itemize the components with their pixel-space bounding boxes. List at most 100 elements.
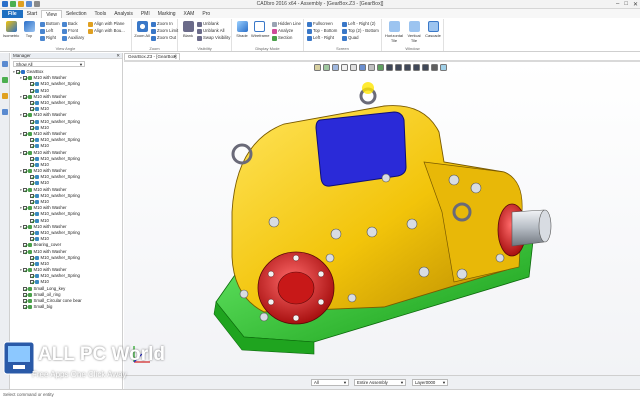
manager-strip-icon[interactable] [2,61,8,67]
visibility-checkbox[interactable] [30,193,34,198]
history-strip-icon[interactable] [2,93,8,99]
analyze-button[interactable]: Analyze [272,28,293,34]
tab-marking[interactable]: Marking [154,10,180,18]
layer-select[interactable]: Layer0000 ▼ [412,379,448,386]
visibility-checkbox[interactable] [23,286,27,291]
visibility-checkbox[interactable] [23,76,27,81]
blank-button[interactable]: Blank [180,21,196,38]
scope-select[interactable]: Entire Assembly ▼ [354,379,406,386]
visibility-checkbox[interactable] [30,125,34,130]
tab-xam[interactable]: XAM [180,10,199,18]
visibility-checkbox[interactable] [23,206,27,211]
layers-strip-icon[interactable] [2,77,8,83]
visibility-checkbox[interactable] [30,280,34,285]
visibility-checkbox[interactable] [23,249,27,254]
tab-pmi[interactable]: PMI [137,10,154,18]
visibility-checkbox[interactable] [23,113,27,118]
zoom-out-button[interactable]: Zoom Out [151,35,176,41]
shade-button[interactable]: Shade [234,21,250,38]
tab-start[interactable]: Start [23,10,42,18]
zoom-limit-button[interactable]: Zoom Limit [151,28,178,34]
visibility-checkbox[interactable] [30,274,34,279]
visibility-checkbox[interactable] [30,88,34,93]
section-button[interactable]: Section [272,35,292,41]
left-right-2-button[interactable]: Left - Right (2) [342,21,375,27]
front-view-button[interactable]: Front [62,28,78,34]
visibility-checkbox[interactable] [23,187,27,192]
zoom-all-button[interactable]: Zoom All [134,21,150,38]
left-view-button[interactable]: Left [40,28,53,34]
properties-strip-icon[interactable] [2,109,8,115]
right-view-button[interactable]: Right [40,35,56,41]
part-icon [35,255,39,260]
visibility-checkbox[interactable] [23,94,27,99]
visibility-checkbox[interactable] [30,119,34,124]
tab-analysis[interactable]: Analysis [110,10,137,18]
wireframe-button[interactable]: Wireframe [251,21,269,38]
visibility-checkbox[interactable] [23,268,27,273]
auxiliary-view-button[interactable]: Auxiliary [62,35,84,41]
document-tab[interactable]: GearBox.Z3 - [GearBox] ✕ [124,53,180,60]
tab-pro[interactable]: Pro [198,10,214,18]
visibility-checkbox[interactable] [30,181,34,186]
chevron-down-icon: ▼ [442,380,446,385]
swap-visibility-button[interactable]: Swap Visibility [197,35,230,41]
visibility-checkbox[interactable] [16,70,20,75]
visibility-checkbox[interactable] [23,131,27,136]
filter-select[interactable]: All ▼ [311,379,349,386]
visibility-checkbox[interactable] [30,261,34,266]
tab-view[interactable]: View [41,10,62,18]
tree-item[interactable]: Small_big [11,304,123,310]
quad-button[interactable]: Quad [342,35,359,41]
top-2-bottom-button[interactable]: Top (2) - Bottom [342,28,379,34]
unblank-all-button[interactable]: Unblank All [197,28,225,34]
left-right-button[interactable]: Left - Right [307,35,334,41]
back-view-button[interactable]: Back [62,21,78,27]
cascade-button[interactable]: Cascade [424,21,442,38]
visibility-checkbox[interactable] [23,150,27,155]
maximize-button[interactable]: □ [624,1,628,8]
visibility-checkbox[interactable] [23,299,27,304]
visibility-checkbox[interactable] [30,255,34,260]
visibility-checkbox[interactable] [30,200,34,205]
visibility-checkbox[interactable] [30,162,34,167]
unblank-button[interactable]: Unblank [197,21,219,27]
align-with-boundary-button[interactable]: Align with Bou... [88,28,125,34]
manager-filter-select[interactable]: Show All ▼ [13,61,85,67]
visibility-checkbox[interactable] [30,101,34,106]
visibility-checkbox[interactable] [23,305,27,310]
visibility-checkbox[interactable] [30,156,34,161]
visibility-checkbox[interactable] [23,292,27,297]
visibility-checkbox[interactable] [23,224,27,229]
visibility-checkbox[interactable] [30,218,34,223]
visibility-checkbox[interactable] [30,144,34,149]
vertical-tile-button[interactable]: Vertical Tile [404,21,424,43]
visibility-checkbox[interactable] [23,169,27,174]
horizontal-tile-button[interactable]: Horizontal Tile [384,21,404,43]
fullscreen-button[interactable]: Fullscreen [307,21,333,27]
align-with-plane-button[interactable]: Align with Plane [88,21,125,27]
visibility-checkbox[interactable] [23,243,27,248]
tab-tools[interactable]: Tools [91,10,111,18]
visibility-checkbox[interactable] [30,237,34,242]
close-button[interactable]: ✕ [633,1,638,8]
command-line[interactable]: Select command or entity [0,389,640,400]
part-icon [35,82,39,87]
top-view-button[interactable]: Top [21,21,37,38]
3d-viewport[interactable] [124,62,640,375]
visibility-checkbox[interactable] [30,82,34,87]
bottom-view-button[interactable]: Bottom [40,21,60,27]
tab-file[interactable]: File [2,10,23,18]
visibility-checkbox[interactable] [30,230,34,235]
visibility-checkbox[interactable] [30,212,34,217]
visibility-checkbox[interactable] [30,175,34,180]
visibility-checkbox[interactable] [30,138,34,143]
top-bottom-button[interactable]: Top - Bottom [307,28,337,34]
minimize-button[interactable]: – [616,1,619,8]
zoom-in-button[interactable]: Zoom In [151,21,173,27]
tab-selection[interactable]: Selection [62,10,91,18]
manager-close-icon[interactable]: ✕ [116,53,120,59]
visibility-checkbox[interactable] [30,107,34,112]
isometric-button[interactable]: Isometric [3,21,19,38]
hidden-line-button[interactable]: Hidden Line [272,21,301,27]
